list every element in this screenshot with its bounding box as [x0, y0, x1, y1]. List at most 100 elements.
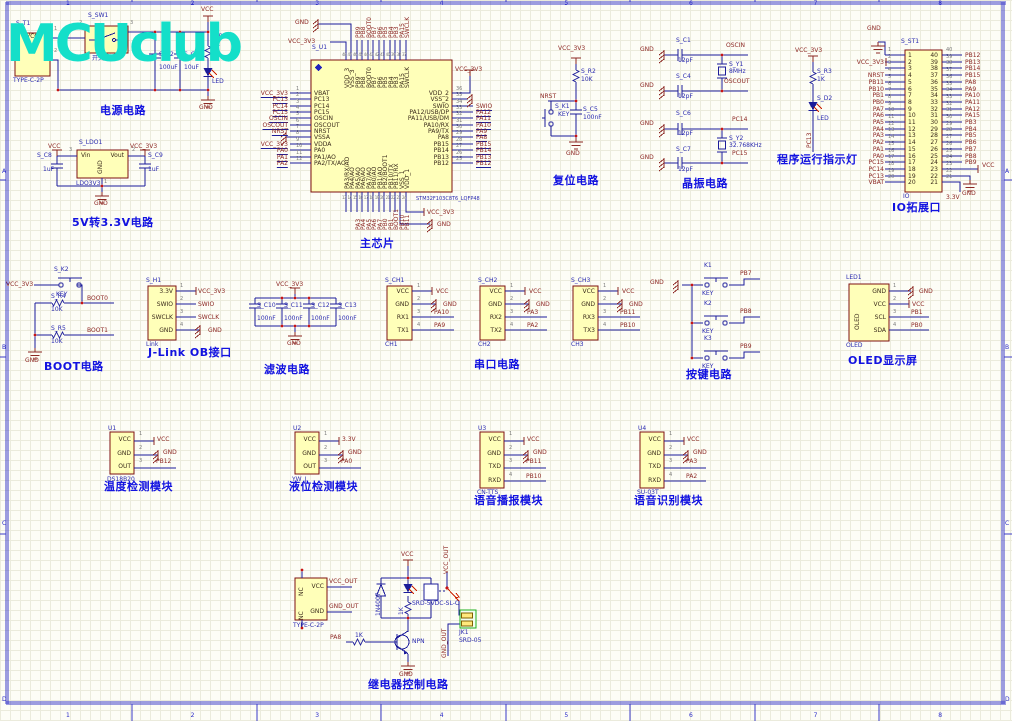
component-designator: JK1 [459, 629, 469, 636]
io-right-outer-number: 25 [946, 147, 953, 154]
mcu-left-pin-number: 9 [296, 136, 300, 143]
net-label: PB7 [740, 270, 752, 277]
net-label: NRST [540, 93, 557, 100]
caption-tts: 语音播报模块 [474, 494, 543, 507]
net-label: PA0 [341, 458, 353, 465]
net-label: PA3 [527, 309, 539, 316]
net-label: PB11 [620, 309, 636, 316]
component-designator: S_LDO1 [79, 139, 103, 146]
mcu-right-pin-number: 34 [456, 98, 463, 105]
net-label: PB9 [740, 343, 752, 350]
ch1-pin-number: 1 [417, 283, 421, 289]
jlink-net: SWIO [198, 301, 215, 308]
io-right-inner-number: 21 [930, 179, 938, 187]
io-left-outer-number: 10 [888, 107, 895, 114]
component-designator: 1K [355, 632, 363, 639]
power-net-label: VCC_3V3 [288, 38, 316, 45]
component-designator: S_C12 [311, 302, 330, 309]
u1-pin-number: 1 [139, 431, 143, 437]
ch1-pin-name: RX1 [396, 314, 409, 321]
io-left-outer-number: 3 [888, 60, 892, 67]
mcu-right-pin-number: 33 [456, 105, 463, 112]
io-right-outer-number: 37 [946, 67, 953, 74]
io-right-outer-number: 30 [946, 114, 953, 120]
mcu-left-pin-number: 10 [296, 143, 303, 150]
power-net-label: GND [437, 221, 451, 228]
u2-pin-number: 1 [324, 431, 328, 437]
mcu-right-pin-number: 30 [456, 124, 463, 131]
mcu-left-pin-number: 5 [296, 111, 300, 118]
ch3-pin-number: 3 [603, 309, 607, 315]
ch1-pin-name: VCC [396, 288, 409, 295]
u2-pin-name: GND [302, 449, 316, 457]
mcu-bottom-net: PB11 [404, 214, 412, 230]
jlink-pin-number: 2 [180, 296, 184, 302]
component-designator: S_CH1 [385, 277, 405, 284]
u3-pin-number: 4 [509, 471, 513, 478]
mcu-right-pin-number: 36 [456, 86, 463, 92]
caption-asr: 语音识别模块 [634, 494, 703, 507]
power-net-label: GND [533, 449, 547, 456]
component-designator: U4 [638, 425, 647, 432]
mcu-left-pin-name: PA2/TX/AO [314, 159, 346, 167]
component-designator: CH1 [385, 341, 398, 348]
io-right-outer-number: 36 [946, 73, 953, 80]
u3-pin-number: 3 [509, 458, 513, 464]
mcu-right-pin-number: 29 [456, 130, 463, 137]
io-left-outer-number: 13 [888, 127, 895, 134]
power-net-label: GND [629, 301, 643, 308]
component-designator: S_D2 [817, 95, 833, 102]
ch3-pin-name: GND [581, 301, 595, 308]
net-label: VCC_OUT [443, 545, 450, 574]
net-label: PB11 [526, 458, 542, 465]
power-net-label: VCC_3V3 [558, 45, 586, 52]
u3-pin-name: TXD [488, 463, 501, 470]
u2-pin-name: OUT [303, 463, 316, 470]
net-label: PC14 [732, 116, 748, 123]
jlink-pin-name: GND [159, 327, 173, 334]
mcu-left-pin-number: 4 [296, 105, 300, 112]
u3-pin-name: GND [487, 449, 501, 457]
ch1-pin-number: 2 [417, 296, 421, 302]
u3-pin-name: RXD [488, 476, 501, 484]
power-net-label: VCC [157, 436, 170, 443]
zone-letter-left: C [2, 520, 7, 527]
ch1-pin-name: GND [395, 301, 409, 308]
caption-mcu: 主芯片 [360, 237, 395, 250]
io-right-outer-number: 27 [946, 134, 953, 141]
mcu-top-pin-number: 44 [363, 52, 369, 57]
mcu-left-pin-number: 7 [296, 124, 300, 131]
power-net-label: GND [25, 357, 39, 364]
mcu-right-pin-number: 28 [456, 136, 463, 143]
component-designator: 1K [817, 76, 825, 83]
pin-name: GND [97, 160, 104, 174]
mcu-left-pin-number: 2 [296, 92, 300, 99]
u1-pin-name: VCC [118, 436, 131, 443]
caption-jlink: J-Link OB接口 [148, 346, 232, 359]
net-label: 3.3V [946, 194, 960, 201]
power-net-label: GND [295, 19, 309, 26]
component-designator: 100nF [257, 315, 276, 322]
jlink-pin-number: 1 [180, 283, 184, 289]
io-left-inner-number: 20 [908, 179, 916, 187]
u4-pin-number: 3 [669, 458, 673, 464]
mcu-right-pin-number: 25 [456, 155, 463, 162]
component-designator: NPN [412, 638, 425, 645]
ch2-pin-name: RX2 [489, 314, 502, 321]
power-net-label: GND [287, 340, 301, 347]
mcu-bottom-pin-number: 24 [401, 195, 407, 200]
u4-pin-name: RXD [648, 476, 661, 484]
ch3-pin-name: VCC [582, 288, 595, 295]
power-net-label: VCC [48, 143, 61, 150]
mcu-right-pin-number: 31 [456, 117, 463, 124]
mcu-right-pin-number: 27 [456, 143, 463, 150]
power-net-label: VCC_3V3 [795, 47, 823, 54]
io-left-outer-number: 5 [888, 73, 892, 80]
io-left-outer-number: 20 [888, 174, 895, 181]
zone-number-top: 2 [190, 0, 195, 7]
zone-letter-right: C [1005, 520, 1010, 527]
label-layer: S_T1 VCC TYPE-C-2P 1 2 S_SW1 2 3 开关 VCC S_R1 1K S_C2… [0, 0, 1012, 721]
power-net-label: VCC [401, 551, 414, 558]
component-designator: S_C1 [676, 37, 691, 44]
io-left-net: VCC_3V3 [856, 58, 884, 66]
